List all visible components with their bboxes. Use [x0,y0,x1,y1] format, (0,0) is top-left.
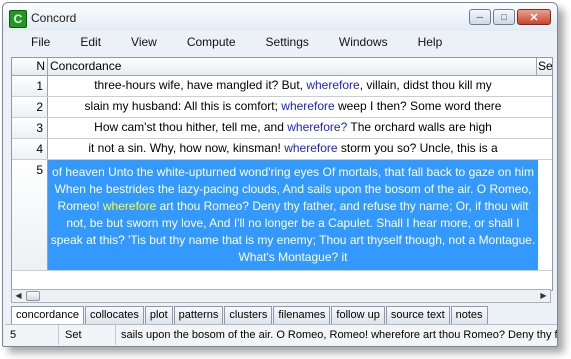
close-icon: ✕ [529,11,539,24]
maximize-icon: □ [501,12,507,22]
tab-collocates[interactable]: collocates [85,306,144,324]
menu-edit[interactable]: Edit [80,35,101,49]
table-row[interactable]: 4 it not a sin. Why, how now, kinsman! w… [12,139,552,160]
row-number: 5 [12,160,48,270]
concordance-line-expanded: of heaven Unto the white-upturned wond'r… [48,160,538,270]
menu-settings[interactable]: Settings [266,35,309,49]
horizontal-scrollbar[interactable]: ◀ ▶ [11,289,551,303]
row-number: 1 [12,76,48,96]
tab-concordance[interactable]: concordance [11,306,84,324]
tab-plot[interactable]: plot [144,306,173,324]
app-icon: C [9,10,27,28]
table-row[interactable]: 2 slain my husband: All this is comfort;… [12,97,552,118]
menu-windows[interactable]: Windows [339,35,388,49]
keyword: wherefore [102,199,157,213]
row-number: 4 [12,139,48,159]
tab-filenames[interactable]: filenames [273,306,331,324]
header-concordance[interactable]: Concordance [48,58,536,75]
tab-source-text[interactable]: source text [385,306,450,324]
table-row-selected[interactable]: 5 of heaven Unto the white-upturned wond… [12,160,552,271]
concordance-line: slain my husband: All this is comfort; w… [84,99,502,113]
status-text: sails upon the bosom of the air. O Romeo… [121,329,557,341]
concordance-line: it not a sin. Why, how now, kinsman! whe… [88,141,498,155]
tab-clusters[interactable]: clusters [224,306,273,324]
concord-window: C Concord ─ □ ✕ File Edit View Compute S… [2,2,558,347]
menu-view[interactable]: View [131,35,157,49]
close-button[interactable]: ✕ [517,9,551,25]
tab-patterns[interactable]: patterns [173,306,224,324]
concordance-grid[interactable]: N Concordance Se 1 three-hours wife, hav… [11,57,553,291]
tab-notes[interactable]: notes [450,306,488,324]
status-bar: 5 Set sails upon the bosom of the air. O… [5,324,557,345]
menu-compute[interactable]: Compute [187,35,236,49]
maximize-button[interactable]: □ [493,9,515,25]
keyword: wherefore [284,141,338,155]
minimize-icon: ─ [476,12,484,22]
scroll-left-icon[interactable]: ◀ [12,290,25,302]
menu-file[interactable]: File [31,35,50,49]
concordance-line: three-hours wife, have mangled it? But, … [94,78,492,92]
tab-follow-up[interactable]: follow up [331,306,385,324]
table-row[interactable]: 3 How cam'st thou hither, tell me, and w… [12,118,552,139]
window-title: Concord [31,11,77,25]
concordance-line: How cam'st thou hither, tell me, and whe… [94,120,492,134]
grid-header: N Concordance Se [12,58,552,76]
scroll-thumb[interactable] [26,291,40,301]
header-set[interactable]: Se [536,58,552,75]
minimize-button[interactable]: ─ [469,9,491,25]
header-n[interactable]: N [12,58,48,75]
status-row: 5 [5,325,59,345]
status-set: Set [59,325,116,345]
scroll-right-icon[interactable]: ▶ [537,290,550,302]
keyword: wherefore [306,78,360,92]
tab-bar: concordance collocates plot patterns clu… [11,306,488,324]
menu-bar: File Edit View Compute Settings Windows … [3,31,557,53]
title-bar[interactable]: C Concord ─ □ ✕ [3,3,557,31]
table-row[interactable]: 1 three-hours wife, have mangled it? But… [12,76,552,97]
row-number: 3 [12,118,48,138]
menu-help[interactable]: Help [418,35,443,49]
keyword: wherefore [281,99,335,113]
keyword: wherefore? [287,120,348,134]
row-number: 2 [12,97,48,117]
